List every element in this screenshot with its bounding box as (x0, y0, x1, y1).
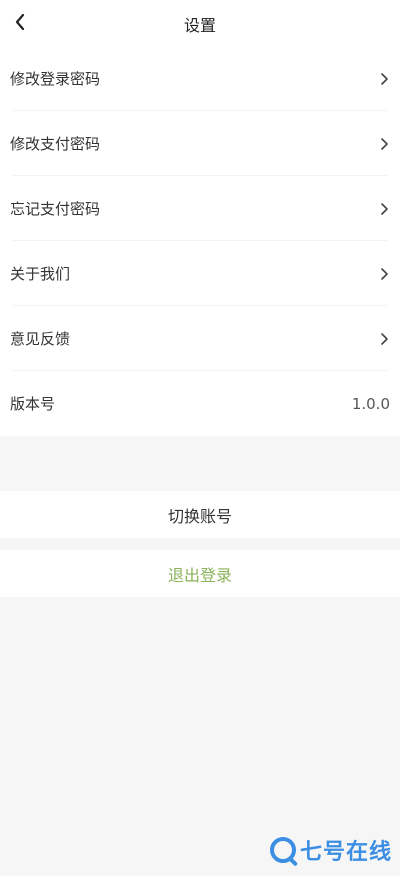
settings-page: 设置 修改登录密码 修改支付密码 忘记支付密码 关于我们 意见反馈 版本号 1.… (0, 0, 400, 876)
switch-account-button[interactable]: 切换账号 (0, 491, 400, 538)
version-label: 版本号 (10, 395, 56, 413)
menu-item-version: 版本号 1.0.0 (0, 371, 400, 436)
watermark-text: 七号在线 (299, 840, 392, 865)
page-title: 设置 (183, 16, 216, 35)
menu-item-label: 忘记支付密码 (10, 200, 101, 218)
settings-menu: 修改登录密码 修改支付密码 忘记支付密码 关于我们 意见反馈 版本号 1.0.0 (0, 46, 400, 436)
chevron-right-icon (378, 137, 390, 150)
menu-item-label: 意见反馈 (10, 330, 71, 348)
menu-item-label: 关于我们 (10, 265, 71, 283)
top-bar: 设置 (0, 0, 400, 46)
chevron-right-icon (378, 72, 390, 85)
watermark: 七号在线 (269, 834, 392, 866)
chevron-right-icon (378, 202, 390, 215)
menu-item-change-login-password[interactable]: 修改登录密码 (0, 46, 400, 111)
logo-icon (269, 837, 296, 863)
logout-button[interactable]: 退出登录 (0, 550, 400, 597)
menu-item-change-pay-password[interactable]: 修改支付密码 (0, 111, 400, 176)
chevron-right-icon (378, 332, 390, 345)
version-value: 1.0.0 (351, 394, 390, 413)
menu-item-label: 修改登录密码 (10, 70, 101, 88)
menu-item-forgot-pay-password[interactable]: 忘记支付密码 (0, 176, 400, 241)
menu-item-feedback[interactable]: 意见反馈 (0, 306, 400, 371)
section-gap (0, 436, 400, 491)
menu-item-about-us[interactable]: 关于我们 (0, 241, 400, 306)
chevron-right-icon (378, 267, 390, 280)
menu-item-label: 修改支付密码 (10, 135, 101, 153)
